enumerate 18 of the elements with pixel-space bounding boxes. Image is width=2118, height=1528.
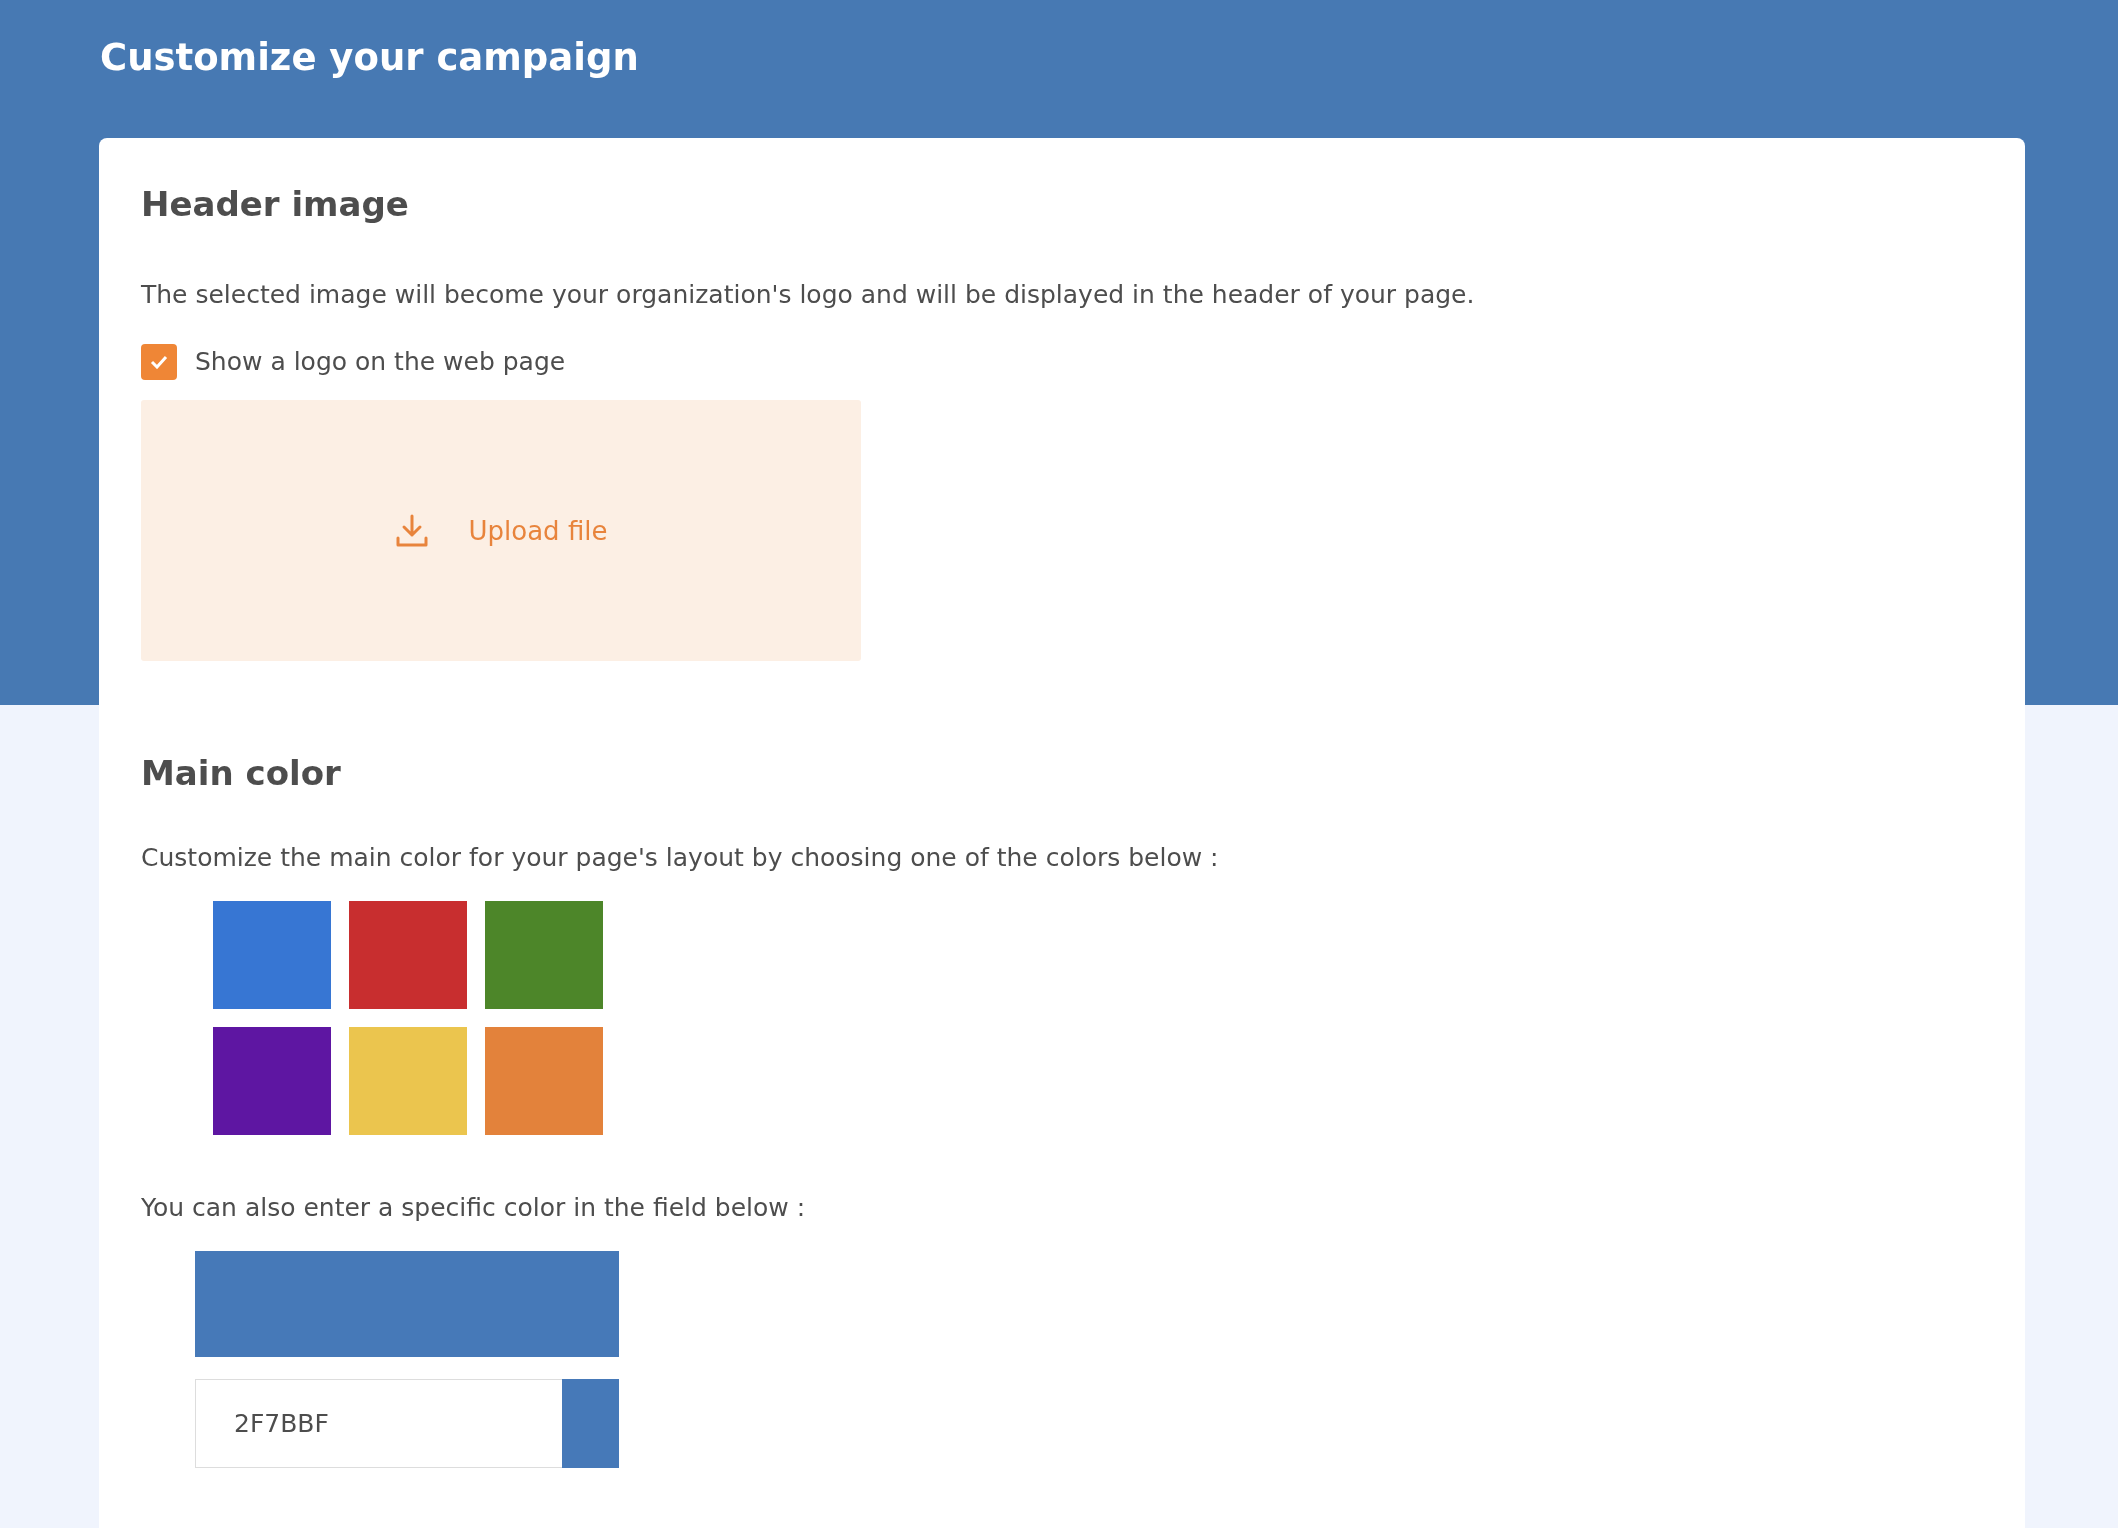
color-swatch[interactable] xyxy=(349,901,467,1009)
check-icon xyxy=(150,355,168,369)
checkbox[interactable] xyxy=(141,344,177,380)
description-text: The selected image will become your organization's logo and will be displayed in the header of your page. xyxy=(141,279,1475,311)
section-heading: Main color xyxy=(141,752,341,795)
color-input-field[interactable]: 2F7BBF xyxy=(195,1379,562,1468)
section-heading: Header image xyxy=(141,183,409,226)
description-text: You can also enter a specific color in the field below : xyxy=(141,1192,806,1224)
color-swatch[interactable] xyxy=(485,1027,603,1135)
download-icon xyxy=(394,513,429,548)
checkbox-label: Show a logo on the web page xyxy=(195,346,566,378)
color-swatch[interactable] xyxy=(213,901,331,1009)
color-swatch[interactable] xyxy=(213,1027,331,1135)
color-swatch[interactable] xyxy=(485,901,603,1009)
color-picker-button[interactable] xyxy=(562,1379,619,1468)
description-text: Customize the main color for your page's layout by choosing one of the colors below : xyxy=(141,842,1219,874)
color-swatch[interactable] xyxy=(349,1027,467,1135)
page-title: Customize your campaign xyxy=(99,35,639,81)
